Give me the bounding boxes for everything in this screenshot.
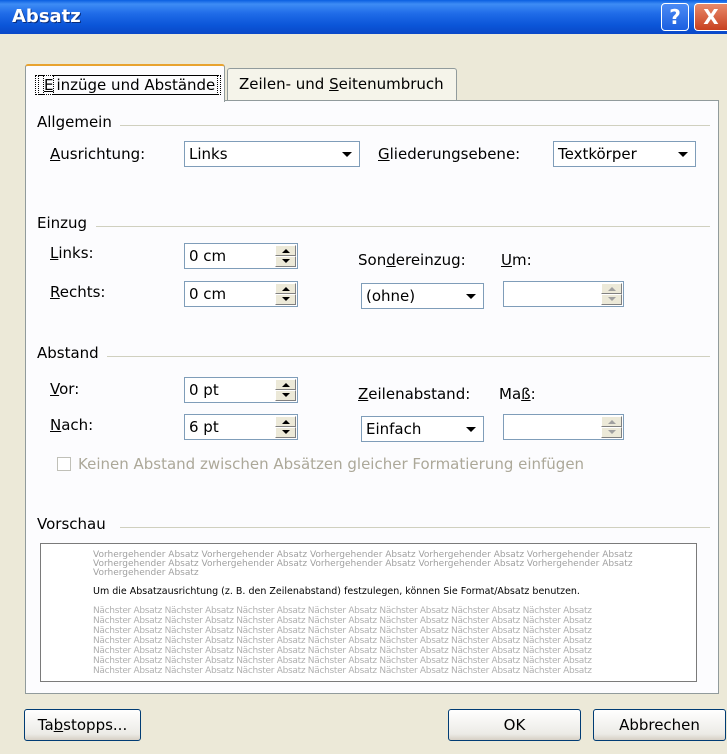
help-button[interactable]: ? (661, 3, 689, 31)
nach-spinner[interactable]: 6 pt (184, 414, 298, 440)
divider (96, 226, 710, 227)
keinen-abstand-label[interactable]: Keinen Abstand zwischen Absätzen gleiche… (78, 455, 584, 473)
spin-up-icon[interactable] (275, 416, 296, 427)
gliederungsebene-select[interactable]: Textkörper (553, 141, 696, 167)
cancel-button[interactable]: Abbrechen (593, 709, 726, 741)
spin-down-icon[interactable] (275, 294, 296, 305)
spin-down-icon[interactable] (275, 427, 296, 438)
preview-box: Vorhergehender Absatz Vorhergehender Abs… (40, 543, 697, 682)
um-label: Um: (501, 251, 532, 269)
spin-up-icon[interactable] (275, 379, 296, 390)
chevron-down-icon[interactable] (461, 418, 482, 440)
spin-up-icon[interactable] (601, 283, 622, 294)
spin-up-icon[interactable] (601, 416, 622, 427)
nach-value: 6 pt (189, 418, 219, 436)
vor-label: Vor: (50, 380, 80, 398)
links-spinner[interactable]: 0 cm (184, 243, 298, 269)
ausrichtung-value: Links (189, 145, 228, 163)
preview-next-line: Nächster Absatz Nächster Absatz Nächster… (93, 636, 592, 646)
zeilenabstand-value: Einfach (366, 420, 422, 438)
spin-up-icon[interactable] (275, 245, 296, 256)
preview-prev-line: Vorhergehender Absatz (93, 568, 199, 578)
ausrichtung-select[interactable]: Links (184, 141, 360, 167)
chevron-down-icon[interactable] (461, 285, 482, 307)
title-bar[interactable]: Absatz ? X (0, 0, 727, 34)
sondereinzug-select[interactable]: (ohne) (361, 283, 484, 309)
group-heading-allgemein: Allgemein (37, 113, 118, 131)
help-icon: ? (669, 5, 681, 29)
divider (120, 527, 710, 528)
mass-spinner[interactable] (503, 414, 624, 440)
rechts-value: 0 cm (189, 285, 227, 303)
sondereinzug-value: (ohne) (366, 287, 416, 305)
group-heading-abstand: Abstand (37, 344, 105, 362)
zeilenabstand-label: Zeilenabstand: (358, 385, 471, 403)
divider (107, 356, 710, 357)
preview-next-line: Nächster Absatz Nächster Absatz Nächster… (93, 656, 592, 666)
window-title: Absatz (12, 6, 81, 27)
mass-label: Maß: (499, 385, 536, 403)
group-heading-einzug: Einzug (37, 214, 94, 232)
links-label: Links: (50, 244, 94, 262)
keinen-abstand-checkbox[interactable] (57, 457, 71, 471)
preview-next-line: Nächster Absatz Nächster Absatz Nächster… (93, 666, 592, 676)
spin-up-icon[interactable] (275, 283, 296, 294)
um-spinner[interactable] (503, 281, 624, 307)
preview-next-line: Nächster Absatz Nächster Absatz Nächster… (93, 646, 592, 656)
tab-einzuege-abstaende[interactable]: Einzüge und Abstände (25, 64, 225, 102)
rechts-label: Rechts: (50, 283, 106, 301)
ok-button[interactable]: OK (448, 709, 581, 741)
chevron-down-icon[interactable] (337, 143, 358, 165)
tab-zeilen-seitenumbruch[interactable]: Zeilen- und Seitenumbruch (227, 68, 457, 100)
preview-next-line: Nächster Absatz Nächster Absatz Nächster… (93, 626, 592, 636)
preview-current-line: Um die Absatzausrichtung (z. B. den Zeil… (93, 586, 580, 597)
tab-label: Zeilen- und Seitenumbruch (239, 75, 444, 93)
nach-label: Nach: (50, 416, 94, 434)
zeilenabstand-select[interactable]: Einfach (361, 416, 484, 442)
close-icon: X (703, 5, 719, 29)
preview-next-line: Nächster Absatz Nächster Absatz Nächster… (93, 616, 592, 626)
vor-value: 0 pt (189, 381, 219, 399)
spin-down-icon[interactable] (275, 390, 296, 401)
chevron-down-icon[interactable] (673, 143, 694, 165)
divider (120, 125, 710, 126)
gliederungsebene-label: Gliederungsebene: (378, 145, 521, 163)
gliederungsebene-value: Textkörper (558, 145, 637, 163)
ausrichtung-label: Ausrichtung: (50, 145, 146, 163)
tab-label: Einzüge und Abstände (35, 75, 222, 95)
links-value: 0 cm (189, 247, 227, 265)
spin-down-icon[interactable] (275, 256, 296, 267)
group-heading-vorschau: Vorschau (37, 515, 112, 533)
tabstopps-button[interactable]: Tabstopps... (24, 709, 141, 741)
spin-down-icon[interactable] (601, 294, 622, 305)
vor-spinner[interactable]: 0 pt (184, 377, 298, 403)
close-button[interactable]: X (694, 3, 727, 31)
preview-next-line: Nächster Absatz Nächster Absatz Nächster… (93, 606, 592, 616)
sondereinzug-label: Sondereinzug: (358, 251, 466, 269)
rechts-spinner[interactable]: 0 cm (184, 281, 298, 307)
spin-down-icon[interactable] (601, 427, 622, 438)
